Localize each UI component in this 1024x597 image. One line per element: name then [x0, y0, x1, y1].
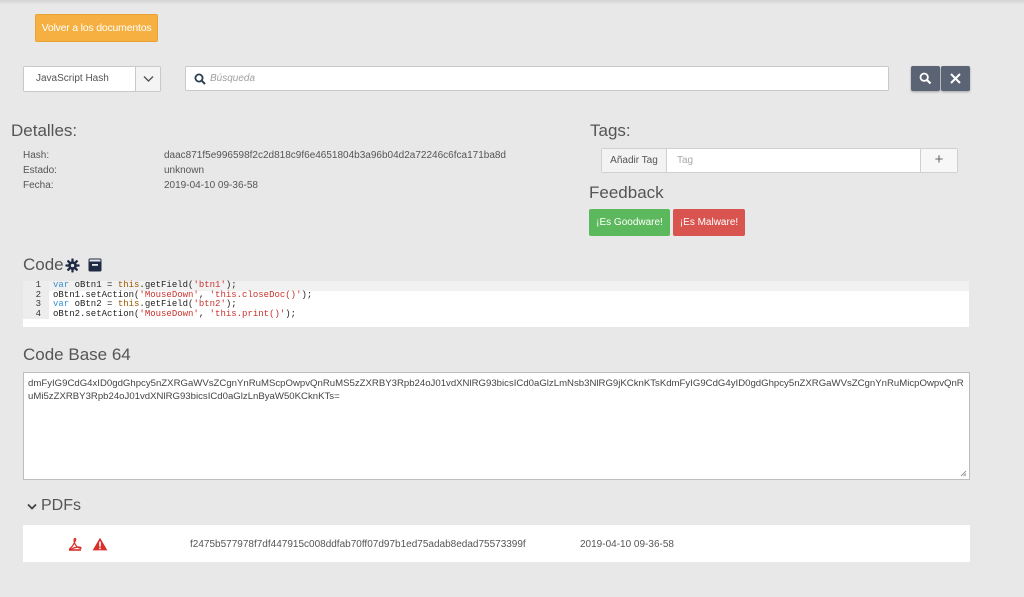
detail-hash-label: Hash:	[23, 150, 50, 161]
code-token: 'this.print()'	[209, 308, 286, 319]
search-icon	[919, 72, 932, 85]
code-token: );	[225, 299, 237, 309]
search-input[interactable]	[210, 70, 870, 87]
resize-handle-icon[interactable]	[959, 469, 967, 477]
code-token: 'MouseDown'	[139, 289, 199, 300]
code-token: oBtn2.setAction(	[53, 308, 140, 319]
detail-status-value: unknown	[164, 165, 205, 176]
pdf-table-row[interactable]: f2475b577978f7df447915c008ddfab70ff07d97…	[23, 525, 970, 562]
pdfs-title: PDFs	[41, 497, 81, 514]
tag-input-group: Añadir Tag +	[601, 148, 958, 173]
pdf-date: 2019-04-10 09-36-58	[580, 539, 674, 550]
pdf-file-icon[interactable]	[68, 537, 82, 551]
clear-search-button[interactable]	[941, 66, 970, 91]
warning-icon	[92, 537, 108, 551]
code-token: 'btn2'	[193, 299, 226, 309]
code-token: .getField(	[139, 299, 194, 309]
search-type-value: JavaScript Hash	[36, 73, 109, 84]
chevron-down-icon[interactable]	[135, 67, 160, 91]
top-bar-shadow	[0, 0, 1024, 5]
search-type-select[interactable]: JavaScript Hash	[23, 66, 161, 92]
search-icon	[194, 73, 206, 85]
code-token: ,	[198, 308, 210, 319]
code-base64-title: Code Base 64	[23, 345, 131, 364]
code-token: 'this.closeDoc()'	[209, 289, 302, 300]
code-token: oBtn1 =	[69, 280, 118, 290]
code-token: this	[117, 280, 140, 290]
malware-button[interactable]: ¡Es Malware!	[673, 209, 745, 236]
code-base64-value: dmFyIG9CdG4xID0gdGhpcy5nZXRGaWVsZCgnYnRu…	[28, 378, 964, 402]
code-base64-textarea[interactable]: dmFyIG9CdG4xID0gdGhpcy5nZXRGaWVsZCgnYnRu…	[23, 372, 970, 480]
search-submit-button[interactable]	[911, 66, 940, 91]
tag-input[interactable]	[677, 153, 917, 168]
code-token: var	[53, 299, 70, 309]
add-tag-label: Añadir Tag	[602, 149, 667, 172]
close-icon	[950, 73, 961, 84]
code-token: var	[53, 280, 70, 290]
code-token: this	[117, 299, 140, 309]
detail-date-label: Fecha:	[23, 180, 54, 191]
pdf-hash[interactable]: f2475b577978f7df447915c008ddfab70ff07d97…	[190, 539, 526, 550]
details-title: Detalles:	[11, 121, 78, 140]
code-token: oBtn1.setAction(	[53, 289, 140, 300]
code-viewer[interactable]: 1 var oBtn1 = this.getField('btn1'); 2 oBtn…	[23, 280, 969, 327]
tags-title: Tags:	[590, 121, 631, 140]
detail-status-label: Estado:	[23, 165, 57, 176]
code-title: Code	[23, 255, 64, 274]
search-field[interactable]	[185, 66, 889, 91]
chevron-down-icon[interactable]	[27, 503, 37, 511]
code-token: ,	[198, 289, 210, 300]
code-token: oBtn2 =	[69, 299, 118, 309]
gear-icon[interactable]	[65, 258, 80, 273]
code-token: .getField(	[139, 280, 194, 290]
code-token: 'MouseDown'	[139, 308, 199, 319]
goodware-button[interactable]: ¡Es Goodware!	[589, 209, 670, 236]
add-tag-button[interactable]: +	[920, 149, 957, 172]
code-line: 4 oBtn2.setAction('MouseDown', 'this.prin…	[23, 308, 969, 319]
code-token: );	[301, 289, 313, 300]
detail-hash-value: daac871f5e996598f2c2d818c9f6e4651804b3a9…	[164, 150, 506, 161]
line-number: 4	[23, 309, 49, 319]
code-token: 'btn1'	[193, 280, 226, 290]
code-token: );	[225, 280, 237, 290]
archive-icon[interactable]	[88, 258, 102, 272]
code-token: );	[285, 308, 297, 319]
feedback-title: Feedback	[589, 183, 664, 202]
detail-date-value: 2019-04-10 09-36-58	[164, 180, 258, 191]
back-to-documents-button[interactable]: Volver a los documentos	[35, 14, 158, 42]
